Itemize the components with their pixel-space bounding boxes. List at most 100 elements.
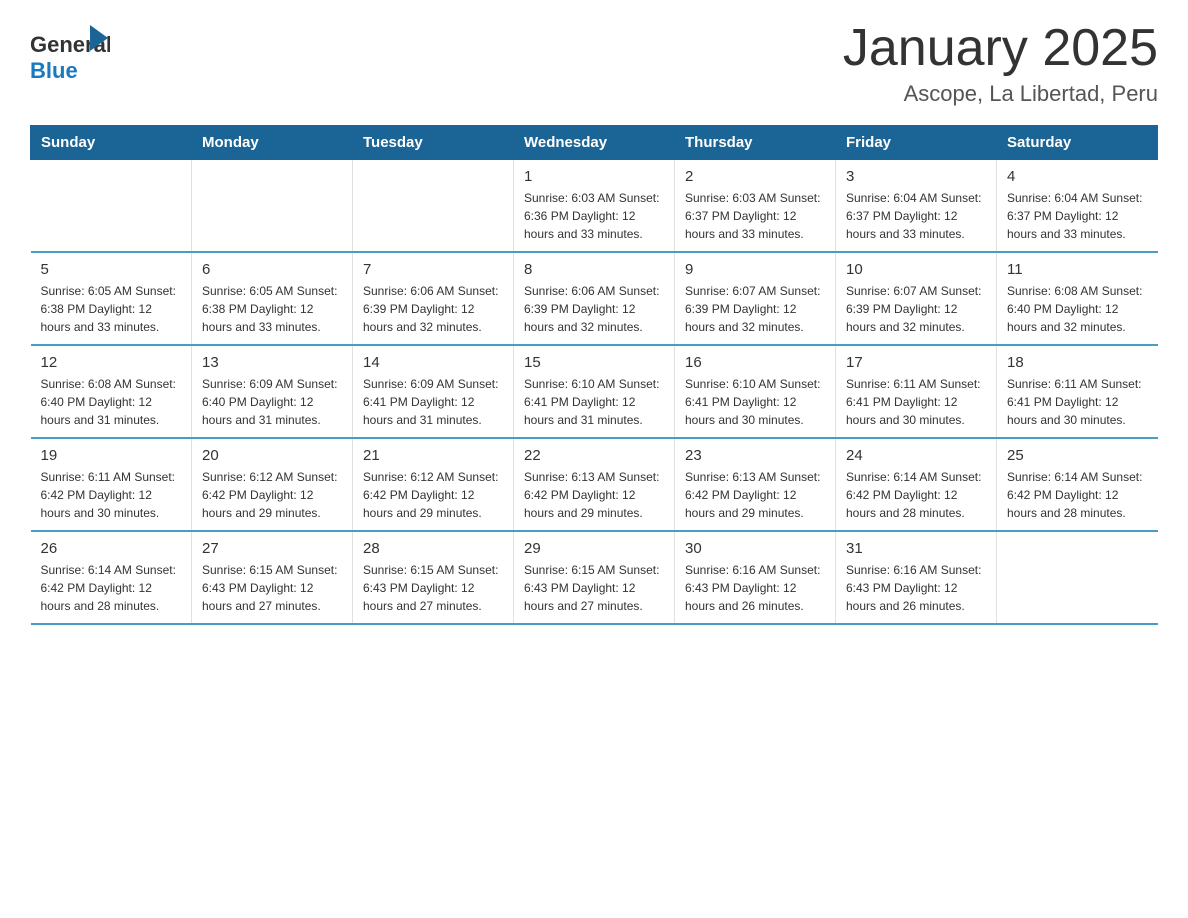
table-row: 10 Sunrise: 6:07 AM Sunset: 6:39 PM Dayli… xyxy=(836,252,997,345)
table-row: 31 Sunrise: 6:16 AM Sunset: 6:43 PM Dayli… xyxy=(836,531,997,624)
table-row xyxy=(997,531,1158,624)
day-number: 6 xyxy=(202,261,342,278)
day-info: Sunrise: 6:10 AM Sunset: 6:41 PM Dayligh… xyxy=(524,375,664,429)
day-number: 3 xyxy=(846,168,986,185)
day-info: Sunrise: 6:06 AM Sunset: 6:39 PM Dayligh… xyxy=(363,282,503,336)
table-row: 9 Sunrise: 6:07 AM Sunset: 6:39 PM Daylig… xyxy=(675,252,836,345)
col-monday: Monday xyxy=(192,126,353,160)
day-number: 14 xyxy=(363,354,503,371)
table-row: 20 Sunrise: 6:12 AM Sunset: 6:42 PM Dayli… xyxy=(192,438,353,531)
day-info: Sunrise: 6:03 AM Sunset: 6:37 PM Dayligh… xyxy=(685,189,825,243)
day-number: 9 xyxy=(685,261,825,278)
col-friday: Friday xyxy=(836,126,997,160)
day-number: 11 xyxy=(1007,261,1148,278)
day-number: 28 xyxy=(363,540,503,557)
page-subtitle: Ascope, La Libertad, Peru xyxy=(843,81,1158,107)
day-info: Sunrise: 6:14 AM Sunset: 6:42 PM Dayligh… xyxy=(846,468,986,522)
day-info: Sunrise: 6:12 AM Sunset: 6:42 PM Dayligh… xyxy=(363,468,503,522)
table-row: 22 Sunrise: 6:13 AM Sunset: 6:42 PM Dayli… xyxy=(514,438,675,531)
day-info: Sunrise: 6:11 AM Sunset: 6:42 PM Dayligh… xyxy=(41,468,182,522)
day-number: 17 xyxy=(846,354,986,371)
day-number: 24 xyxy=(846,447,986,464)
day-number: 13 xyxy=(202,354,342,371)
table-row: 19Sunrise: 6:11 AM Sunset: 6:42 PM Dayli… xyxy=(31,438,192,531)
day-info: Sunrise: 6:10 AM Sunset: 6:41 PM Dayligh… xyxy=(685,375,825,429)
table-row: 28 Sunrise: 6:15 AM Sunset: 6:43 PM Dayli… xyxy=(353,531,514,624)
day-number: 12 xyxy=(41,354,182,371)
day-number: 15 xyxy=(524,354,664,371)
table-row: 6 Sunrise: 6:05 AM Sunset: 6:38 PM Daylig… xyxy=(192,252,353,345)
calendar-week-row: 26Sunrise: 6:14 AM Sunset: 6:42 PM Dayli… xyxy=(31,531,1158,624)
table-row: 5Sunrise: 6:05 AM Sunset: 6:38 PM Daylig… xyxy=(31,252,192,345)
calendar-week-row: 1 Sunrise: 6:03 AM Sunset: 6:36 PM Daylig… xyxy=(31,160,1158,253)
calendar-week-row: 5Sunrise: 6:05 AM Sunset: 6:38 PM Daylig… xyxy=(31,252,1158,345)
table-row: 21 Sunrise: 6:12 AM Sunset: 6:42 PM Dayli… xyxy=(353,438,514,531)
day-number: 21 xyxy=(363,447,503,464)
table-row xyxy=(353,160,514,253)
table-row: 16Sunrise: 6:10 AM Sunset: 6:41 PM Dayli… xyxy=(675,345,836,438)
table-row: 27 Sunrise: 6:15 AM Sunset: 6:43 PM Dayli… xyxy=(192,531,353,624)
day-info: Sunrise: 6:16 AM Sunset: 6:43 PM Dayligh… xyxy=(685,561,825,615)
day-info: Sunrise: 6:15 AM Sunset: 6:43 PM Dayligh… xyxy=(202,561,342,615)
calendar-week-row: 12Sunrise: 6:08 AM Sunset: 6:40 PM Dayli… xyxy=(31,345,1158,438)
col-saturday: Saturday xyxy=(997,126,1158,160)
day-info: Sunrise: 6:13 AM Sunset: 6:42 PM Dayligh… xyxy=(524,468,664,522)
title-block: January 2025 Ascope, La Libertad, Peru xyxy=(843,20,1158,107)
svg-text:Blue: Blue xyxy=(30,58,78,83)
table-row: 23Sunrise: 6:13 AM Sunset: 6:42 PM Dayli… xyxy=(675,438,836,531)
day-number: 23 xyxy=(685,447,825,464)
table-row: 24 Sunrise: 6:14 AM Sunset: 6:42 PM Dayli… xyxy=(836,438,997,531)
table-row xyxy=(192,160,353,253)
day-info: Sunrise: 6:03 AM Sunset: 6:36 PM Dayligh… xyxy=(524,189,664,243)
day-number: 31 xyxy=(846,540,986,557)
day-info: Sunrise: 6:07 AM Sunset: 6:39 PM Dayligh… xyxy=(846,282,986,336)
day-info: Sunrise: 6:12 AM Sunset: 6:42 PM Dayligh… xyxy=(202,468,342,522)
table-row: 14 Sunrise: 6:09 AM Sunset: 6:41 PM Dayli… xyxy=(353,345,514,438)
day-info: Sunrise: 6:11 AM Sunset: 6:41 PM Dayligh… xyxy=(1007,375,1148,429)
table-row: 7 Sunrise: 6:06 AM Sunset: 6:39 PM Daylig… xyxy=(353,252,514,345)
day-number: 7 xyxy=(363,261,503,278)
day-number: 18 xyxy=(1007,354,1148,371)
day-info: Sunrise: 6:08 AM Sunset: 6:40 PM Dayligh… xyxy=(1007,282,1148,336)
col-thursday: Thursday xyxy=(675,126,836,160)
day-info: Sunrise: 6:14 AM Sunset: 6:42 PM Dayligh… xyxy=(41,561,182,615)
table-row: 8 Sunrise: 6:06 AM Sunset: 6:39 PM Daylig… xyxy=(514,252,675,345)
day-number: 25 xyxy=(1007,447,1148,464)
day-number: 27 xyxy=(202,540,342,557)
day-info: Sunrise: 6:16 AM Sunset: 6:43 PM Dayligh… xyxy=(846,561,986,615)
page-title: January 2025 xyxy=(843,20,1158,77)
day-info: Sunrise: 6:14 AM Sunset: 6:42 PM Dayligh… xyxy=(1007,468,1148,522)
day-number: 20 xyxy=(202,447,342,464)
table-row: 25 Sunrise: 6:14 AM Sunset: 6:42 PM Dayli… xyxy=(997,438,1158,531)
table-row: 12Sunrise: 6:08 AM Sunset: 6:40 PM Dayli… xyxy=(31,345,192,438)
table-row: 3Sunrise: 6:04 AM Sunset: 6:37 PM Daylig… xyxy=(836,160,997,253)
col-tuesday: Tuesday xyxy=(353,126,514,160)
table-row: 2Sunrise: 6:03 AM Sunset: 6:37 PM Daylig… xyxy=(675,160,836,253)
table-row: 30Sunrise: 6:16 AM Sunset: 6:43 PM Dayli… xyxy=(675,531,836,624)
day-info: Sunrise: 6:06 AM Sunset: 6:39 PM Dayligh… xyxy=(524,282,664,336)
day-number: 10 xyxy=(846,261,986,278)
day-number: 22 xyxy=(524,447,664,464)
day-info: Sunrise: 6:05 AM Sunset: 6:38 PM Dayligh… xyxy=(202,282,342,336)
day-info: Sunrise: 6:09 AM Sunset: 6:41 PM Dayligh… xyxy=(363,375,503,429)
day-number: 4 xyxy=(1007,168,1148,185)
table-row: 15 Sunrise: 6:10 AM Sunset: 6:41 PM Dayli… xyxy=(514,345,675,438)
logo-svg: General Blue xyxy=(30,20,110,85)
day-number: 8 xyxy=(524,261,664,278)
col-sunday: Sunday xyxy=(31,126,192,160)
table-row: 26Sunrise: 6:14 AM Sunset: 6:42 PM Dayli… xyxy=(31,531,192,624)
table-row: 11 Sunrise: 6:08 AM Sunset: 6:40 PM Dayli… xyxy=(997,252,1158,345)
table-row: 1 Sunrise: 6:03 AM Sunset: 6:36 PM Daylig… xyxy=(514,160,675,253)
calendar-week-row: 19Sunrise: 6:11 AM Sunset: 6:42 PM Dayli… xyxy=(31,438,1158,531)
day-info: Sunrise: 6:15 AM Sunset: 6:43 PM Dayligh… xyxy=(363,561,503,615)
day-info: Sunrise: 6:11 AM Sunset: 6:41 PM Dayligh… xyxy=(846,375,986,429)
day-info: Sunrise: 6:09 AM Sunset: 6:40 PM Dayligh… xyxy=(202,375,342,429)
day-info: Sunrise: 6:07 AM Sunset: 6:39 PM Dayligh… xyxy=(685,282,825,336)
table-row xyxy=(31,160,192,253)
table-row: 29Sunrise: 6:15 AM Sunset: 6:43 PM Dayli… xyxy=(514,531,675,624)
table-row: 18 Sunrise: 6:11 AM Sunset: 6:41 PM Dayli… xyxy=(997,345,1158,438)
day-info: Sunrise: 6:04 AM Sunset: 6:37 PM Dayligh… xyxy=(1007,189,1148,243)
page-header: General Blue January 2025 Ascope, La Lib… xyxy=(30,20,1158,107)
day-number: 1 xyxy=(524,168,664,185)
day-number: 29 xyxy=(524,540,664,557)
